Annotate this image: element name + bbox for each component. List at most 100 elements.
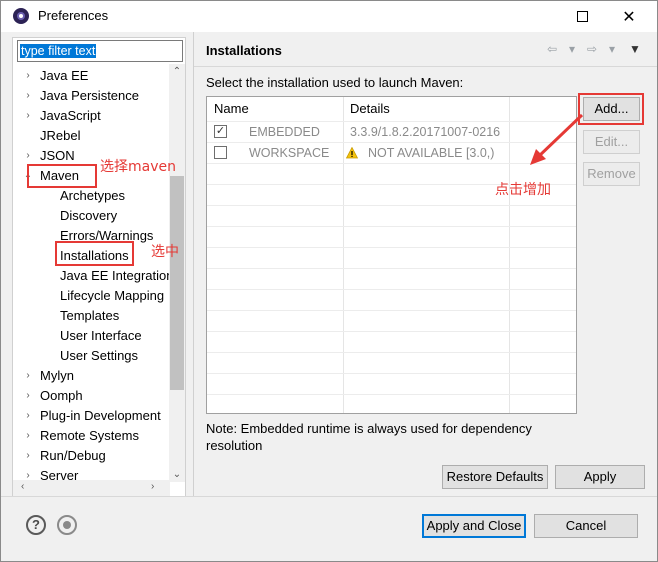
tree-item-label: Java EE: [40, 68, 89, 83]
filter-input[interactable]: type filter text: [17, 40, 183, 62]
header-separator: [194, 66, 657, 67]
import-export-icon[interactable]: [57, 515, 77, 535]
row-divider: [207, 163, 576, 164]
restore-defaults-button[interactable]: Restore Defaults: [442, 465, 548, 489]
tree-item-oomph[interactable]: › Oomph: [23, 386, 83, 406]
scroll-left-icon[interactable]: ‹: [21, 481, 24, 492]
tree-item-label: Oomph: [40, 388, 83, 403]
row-divider: [207, 268, 576, 269]
installations-highlight-box: [55, 241, 134, 266]
annotation-click-add: 点击增加: [495, 182, 551, 198]
expand-arrow-icon[interactable]: ›: [23, 86, 33, 106]
column-header-details[interactable]: Details: [343, 97, 509, 121]
remove-button[interactable]: Remove: [583, 162, 640, 186]
scroll-up-icon[interactable]: ⌃: [169, 66, 185, 77]
row-divider: [207, 373, 576, 374]
close-icon: ✕: [622, 8, 636, 26]
back-dropdown-icon[interactable]: ▾: [569, 42, 575, 56]
tree-item-lifecycle-mapping[interactable]: Lifecycle Mapping: [60, 286, 164, 306]
scroll-right-icon[interactable]: ›: [151, 481, 154, 492]
edit-button[interactable]: Edit...: [583, 130, 640, 154]
forward-arrow-icon[interactable]: ⇨: [587, 42, 597, 56]
installations-table: Name Details ✓ EMBEDDED 3.3.9/1.8.2.2017…: [206, 96, 577, 414]
maven-highlight-box: [27, 164, 97, 188]
expand-arrow-icon[interactable]: ›: [23, 66, 33, 86]
tree-item-javascript[interactable]: › JavaScript: [23, 106, 101, 126]
column-header-name[interactable]: Name: [207, 97, 343, 121]
tree-item-label: User Interface: [60, 328, 142, 343]
row-divider: [207, 289, 576, 290]
window-title: Preferences: [38, 8, 109, 23]
expand-arrow-icon[interactable]: ›: [23, 366, 33, 386]
column-divider: [343, 97, 344, 413]
cancel-button[interactable]: Cancel: [534, 514, 638, 538]
page-title: Installations: [206, 43, 282, 58]
view-menu-icon[interactable]: ▼: [629, 42, 641, 56]
filter-text: type filter text: [20, 44, 97, 58]
expand-arrow-icon[interactable]: ›: [23, 386, 33, 406]
row-divider: [207, 247, 576, 248]
tree-item-java-ee[interactable]: › Java EE: [23, 66, 88, 86]
tree-item-templates[interactable]: Templates: [60, 306, 119, 326]
close-button[interactable]: ✕: [606, 1, 652, 32]
tree-item-label: Mylyn: [40, 368, 74, 383]
row-divider: [207, 226, 576, 227]
workspace-name: WORKSPACE: [249, 146, 330, 160]
scroll-down-icon[interactable]: ⌄: [169, 469, 185, 480]
embedded-name: EMBEDDED: [249, 125, 320, 139]
column-divider: [509, 97, 510, 413]
tree-item-mylyn[interactable]: › Mylyn: [23, 366, 74, 386]
scrollbar-thumb[interactable]: [170, 176, 184, 390]
workspace-details: NOT AVAILABLE [3.0,): [368, 146, 495, 160]
row-divider: [207, 352, 576, 353]
expand-arrow-icon[interactable]: ›: [23, 446, 33, 466]
preferences-window: Preferences ✕ type filter text › Java EE…: [0, 0, 658, 562]
preferences-tree-panel: type filter text › Java EE › Java Persis…: [12, 37, 186, 497]
warning-icon: [346, 147, 358, 159]
tree-vertical-scrollbar[interactable]: ⌃ ⌄: [169, 64, 185, 482]
annotation-arrow-icon: [530, 113, 584, 165]
expand-arrow-icon[interactable]: ›: [23, 106, 33, 126]
tree-item-archetypes[interactable]: Archetypes: [60, 186, 125, 206]
expand-arrow-icon[interactable]: ›: [23, 406, 33, 426]
apply-button[interactable]: Apply: [555, 465, 645, 489]
tree-item-user-settings[interactable]: User Settings: [60, 346, 138, 366]
tree-item-label: Java EE Integration: [60, 268, 170, 283]
tree-item-label: Java Persistence: [40, 88, 139, 103]
row-divider: [207, 310, 576, 311]
tree-item-label: Run/Debug: [40, 448, 106, 463]
embedded-checkbox[interactable]: ✓: [214, 125, 227, 138]
tree-item-remote-systems[interactable]: › Remote Systems: [23, 426, 139, 446]
expand-arrow-icon[interactable]: ›: [23, 426, 33, 446]
tree-horizontal-scrollbar[interactable]: ‹ ›: [13, 480, 170, 496]
panel-sash[interactable]: [193, 32, 194, 496]
maximize-icon: [576, 11, 588, 22]
tree-item-java-ee-integration[interactable]: Java EE Integration: [60, 266, 170, 286]
tree-item-label: Plug-in Development: [40, 408, 161, 423]
apply-and-close-button[interactable]: Apply and Close: [422, 514, 526, 538]
help-icon[interactable]: ?: [26, 515, 46, 535]
tree-item-label: JSON: [40, 148, 75, 163]
tree-item-json[interactable]: › JSON: [23, 146, 75, 166]
tree-item-label: Remote Systems: [40, 428, 139, 443]
workspace-checkbox[interactable]: [214, 146, 227, 159]
annotation-selected: 选中: [151, 244, 179, 260]
tree-item-java-persistence[interactable]: › Java Persistence: [23, 86, 139, 106]
row-divider: [207, 331, 576, 332]
back-arrow-icon[interactable]: ⇦: [547, 42, 557, 56]
forward-dropdown-icon[interactable]: ▾: [609, 42, 615, 56]
tree-item-label: JavaScript: [40, 108, 101, 123]
tree-item-jrebel[interactable]: JRebel: [23, 126, 80, 146]
tree-item-user-interface[interactable]: User Interface: [60, 326, 142, 346]
annotation-select-maven: 选择maven: [100, 159, 176, 175]
tree-item-discovery[interactable]: Discovery: [60, 206, 117, 226]
maximize-button[interactable]: [559, 1, 605, 32]
tree-item-run-debug[interactable]: › Run/Debug: [23, 446, 106, 466]
row-divider: [207, 205, 576, 206]
page-navigation: ⇦ ▾ ⇨ ▾ ▼: [547, 42, 647, 58]
embedded-details: 3.3.9/1.8.2.20171007-0216: [350, 125, 501, 139]
tree-item-plugin-development[interactable]: › Plug-in Development: [23, 406, 161, 426]
expand-arrow-icon[interactable]: ›: [23, 146, 33, 166]
footer-separator: [1, 496, 657, 497]
tree-item-label: Discovery: [60, 208, 118, 223]
